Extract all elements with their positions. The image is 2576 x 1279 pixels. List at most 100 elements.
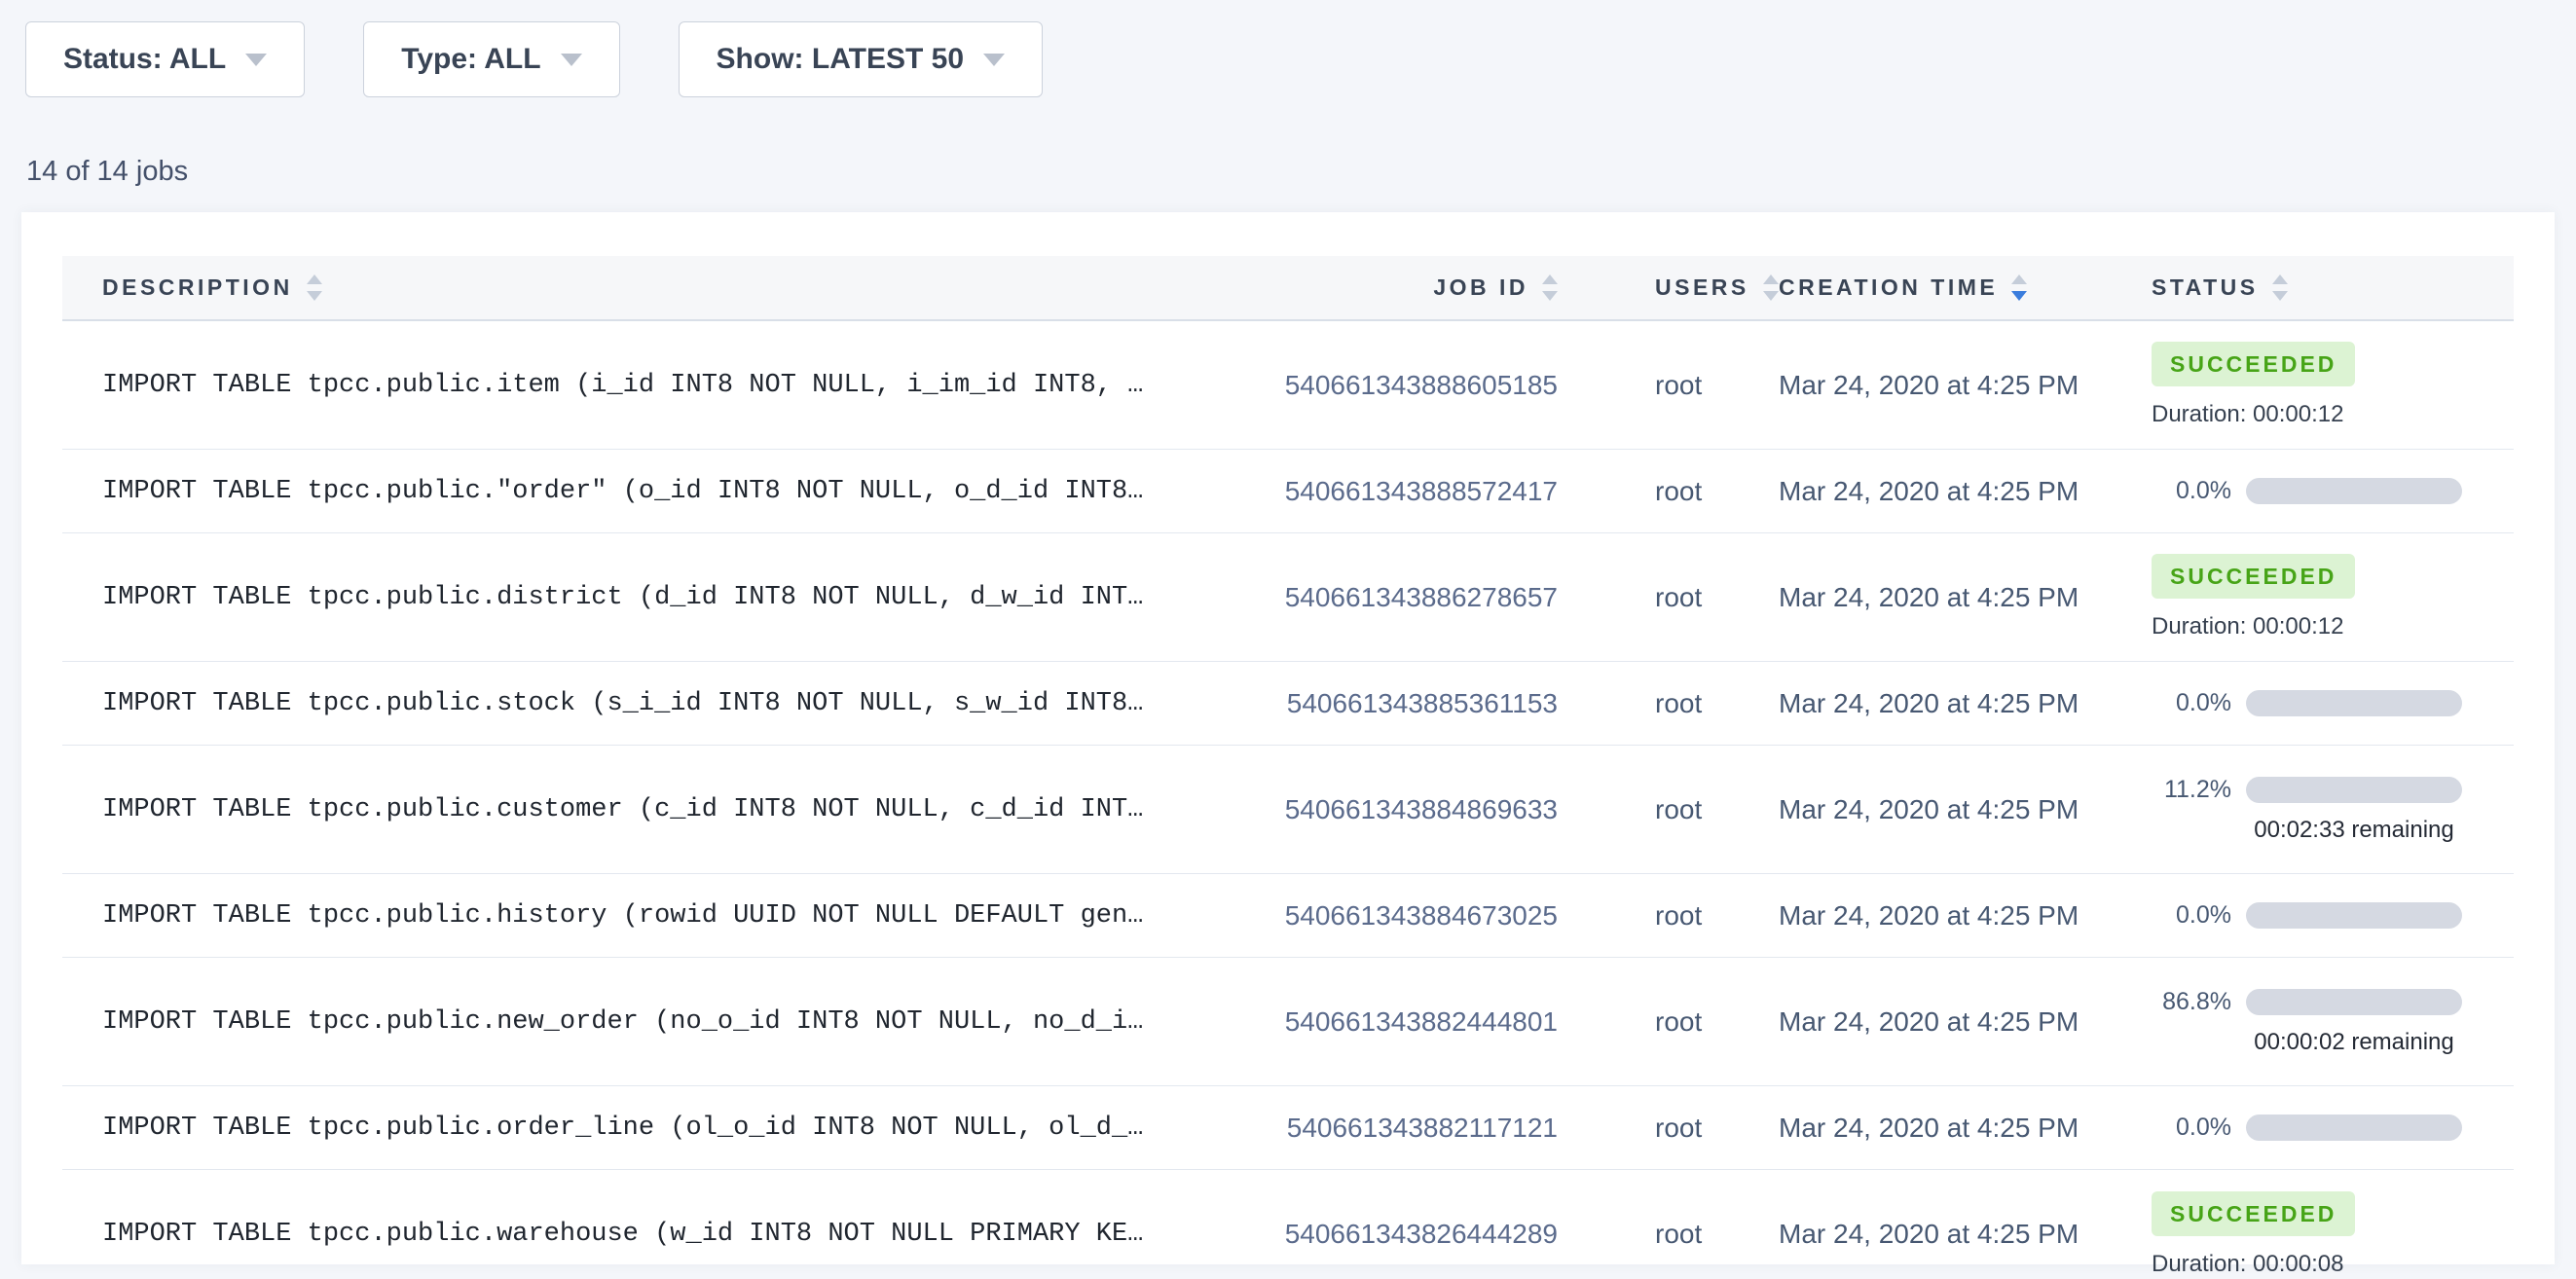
job-status-progress: 0.0% — [2152, 477, 2514, 505]
job-status-succeeded: SUCCEEDED Duration: 00:00:12 — [2152, 342, 2514, 428]
job-id-value: 540661343884869633 — [1285, 794, 1558, 825]
job-duration-text: Duration: 00:00:08 — [2152, 1251, 2514, 1278]
table-row: IMPORT TABLE tpcc.public.order_line (ol_… — [62, 1086, 2514, 1170]
job-status-succeeded: SUCCEEDED Duration: 00:00:08 — [2152, 1191, 2514, 1278]
jobs-count-summary: 14 of 14 jobs — [26, 156, 2576, 188]
job-id-value: 540661343882117121 — [1287, 1113, 1558, 1144]
job-description-link[interactable]: IMPORT TABLE tpcc.public.history (rowid … — [102, 901, 1173, 931]
job-id-value: 540661343888572417 — [1285, 476, 1558, 507]
job-creation-time-value: Mar 24, 2020 at 4:25 PM — [1779, 688, 2079, 718]
progress-bar — [2246, 989, 2462, 1015]
type-filter-dropdown[interactable]: Type: ALL — [363, 21, 619, 97]
status-badge: SUCCEEDED — [2152, 342, 2355, 386]
job-description-link[interactable]: IMPORT TABLE tpcc.public.new_order (no_o… — [102, 1007, 1173, 1037]
sort-arrows-icon — [2272, 274, 2288, 301]
job-id-value: 540661343882444801 — [1285, 1006, 1558, 1038]
job-description-link[interactable]: IMPORT TABLE tpcc.public."order" (o_id I… — [102, 477, 1173, 506]
chevron-down-icon — [561, 54, 582, 66]
job-description-link[interactable]: IMPORT TABLE tpcc.public.order_line (ol_… — [102, 1114, 1173, 1143]
sort-arrows-icon — [1763, 274, 1779, 301]
job-creation-time-value: Mar 24, 2020 at 4:25 PM — [1779, 900, 2079, 931]
progress-bar — [2246, 478, 2462, 504]
table-row: IMPORT TABLE tpcc.public.stock (s_i_id I… — [62, 662, 2514, 746]
column-header-status-label: STATUS — [2152, 274, 2259, 301]
job-id-value: 540661343888605185 — [1285, 370, 1558, 401]
chevron-down-icon — [245, 54, 267, 66]
progress-remaining-text: 00:02:33 remaining — [2246, 817, 2462, 844]
job-status-progress: 86.8% 00:00:02 remaining — [2152, 988, 2514, 1056]
job-status-succeeded: SUCCEEDED Duration: 00:00:12 — [2152, 554, 2514, 640]
job-user-value: root — [1655, 1006, 1702, 1037]
job-creation-time-value: Mar 24, 2020 at 4:25 PM — [1779, 582, 2079, 612]
job-status-progress: 0.0% — [2152, 901, 2514, 930]
status-badge: SUCCEEDED — [2152, 1191, 2355, 1236]
progress-bar — [2246, 690, 2462, 716]
sort-arrows-icon — [307, 274, 322, 301]
table-row: IMPORT TABLE tpcc.public.customer (c_id … — [62, 746, 2514, 874]
show-filter-label: Show: LATEST 50 — [717, 43, 964, 76]
job-duration-text: Duration: 00:00:12 — [2152, 613, 2514, 640]
column-header-status[interactable]: STATUS — [2152, 274, 2514, 301]
job-description-link[interactable]: IMPORT TABLE tpcc.public.customer (c_id … — [102, 795, 1173, 824]
table-row: IMPORT TABLE tpcc.public.history (rowid … — [62, 874, 2514, 958]
progress-percent-text: 86.8% — [2152, 988, 2231, 1016]
progress-percent-text: 0.0% — [2152, 477, 2231, 505]
sort-arrows-icon — [1542, 274, 1558, 301]
job-description-link[interactable]: IMPORT TABLE tpcc.public.district (d_id … — [102, 583, 1173, 612]
progress-bar — [2246, 1115, 2462, 1141]
column-header-creation-time-label: CREATION TIME — [1779, 274, 1998, 301]
job-user-value: root — [1655, 1113, 1702, 1143]
job-creation-time-value: Mar 24, 2020 at 4:25 PM — [1779, 370, 2079, 400]
job-description-link[interactable]: IMPORT TABLE tpcc.public.warehouse (w_id… — [102, 1220, 1173, 1249]
job-description-link[interactable]: IMPORT TABLE tpcc.public.item (i_id INT8… — [102, 371, 1173, 400]
job-user-value: root — [1655, 370, 1702, 400]
table-row: IMPORT TABLE tpcc.public.item (i_id INT8… — [62, 321, 2514, 450]
job-duration-text: Duration: 00:00:12 — [2152, 401, 2514, 428]
table-row: IMPORT TABLE tpcc.public.new_order (no_o… — [62, 958, 2514, 1086]
job-creation-time-value: Mar 24, 2020 at 4:25 PM — [1779, 1219, 2079, 1249]
status-filter-dropdown[interactable]: Status: ALL — [25, 21, 305, 97]
status-badge: SUCCEEDED — [2152, 554, 2355, 599]
job-user-value: root — [1655, 582, 1702, 612]
status-filter-label: Status: ALL — [63, 43, 226, 76]
jobs-table-body: IMPORT TABLE tpcc.public.item (i_id INT8… — [62, 321, 2514, 1279]
progress-bar — [2246, 777, 2462, 803]
sort-arrows-icon — [2011, 274, 2027, 301]
job-user-value: root — [1655, 1219, 1702, 1249]
job-user-value: root — [1655, 900, 1702, 931]
column-header-users-label: USERS — [1655, 274, 1749, 301]
table-row: IMPORT TABLE tpcc.public."order" (o_id I… — [62, 450, 2514, 533]
column-header-job-id[interactable]: JOB ID — [1173, 274, 1558, 301]
jobs-filter-toolbar: Status: ALL Type: ALL Show: LATEST 50 — [0, 0, 2576, 97]
progress-remaining-text: 00:00:02 remaining — [2246, 1029, 2462, 1056]
job-user-value: root — [1655, 688, 1702, 718]
progress-percent-text: 0.0% — [2152, 901, 2231, 930]
chevron-down-icon — [983, 54, 1005, 66]
job-creation-time-value: Mar 24, 2020 at 4:25 PM — [1779, 1006, 2079, 1037]
progress-percent-text: 0.0% — [2152, 689, 2231, 717]
job-creation-time-value: Mar 24, 2020 at 4:25 PM — [1779, 476, 2079, 506]
jobs-table-card: DESCRIPTION JOB ID USERS CREATION TIME S… — [21, 212, 2555, 1264]
job-description-link[interactable]: IMPORT TABLE tpcc.public.stock (s_i_id I… — [102, 689, 1173, 718]
job-id-value: 540661343885361153 — [1287, 688, 1558, 719]
job-creation-time-value: Mar 24, 2020 at 4:25 PM — [1779, 794, 2079, 824]
show-filter-dropdown[interactable]: Show: LATEST 50 — [679, 21, 1043, 97]
job-creation-time-value: Mar 24, 2020 at 4:25 PM — [1779, 1113, 2079, 1143]
column-header-users[interactable]: USERS — [1558, 274, 1779, 301]
progress-bar — [2246, 902, 2462, 929]
column-header-description-label: DESCRIPTION — [102, 274, 293, 301]
job-id-value: 540661343884673025 — [1285, 900, 1558, 932]
column-header-description[interactable]: DESCRIPTION — [62, 274, 1173, 301]
table-row: IMPORT TABLE tpcc.public.district (d_id … — [62, 533, 2514, 662]
job-status-progress: 0.0% — [2152, 1114, 2514, 1142]
column-header-job-id-label: JOB ID — [1433, 274, 1528, 301]
type-filter-label: Type: ALL — [401, 43, 540, 76]
job-status-progress: 11.2% 00:02:33 remaining — [2152, 776, 2514, 844]
job-user-value: root — [1655, 476, 1702, 506]
job-id-value: 540661343886278657 — [1285, 582, 1558, 613]
jobs-table-header-row: DESCRIPTION JOB ID USERS CREATION TIME S… — [62, 256, 2514, 321]
column-header-creation-time[interactable]: CREATION TIME — [1779, 274, 2152, 301]
jobs-table: DESCRIPTION JOB ID USERS CREATION TIME S… — [62, 256, 2514, 1279]
job-id-value: 540661343826444289 — [1285, 1219, 1558, 1250]
job-status-progress: 0.0% — [2152, 689, 2514, 717]
